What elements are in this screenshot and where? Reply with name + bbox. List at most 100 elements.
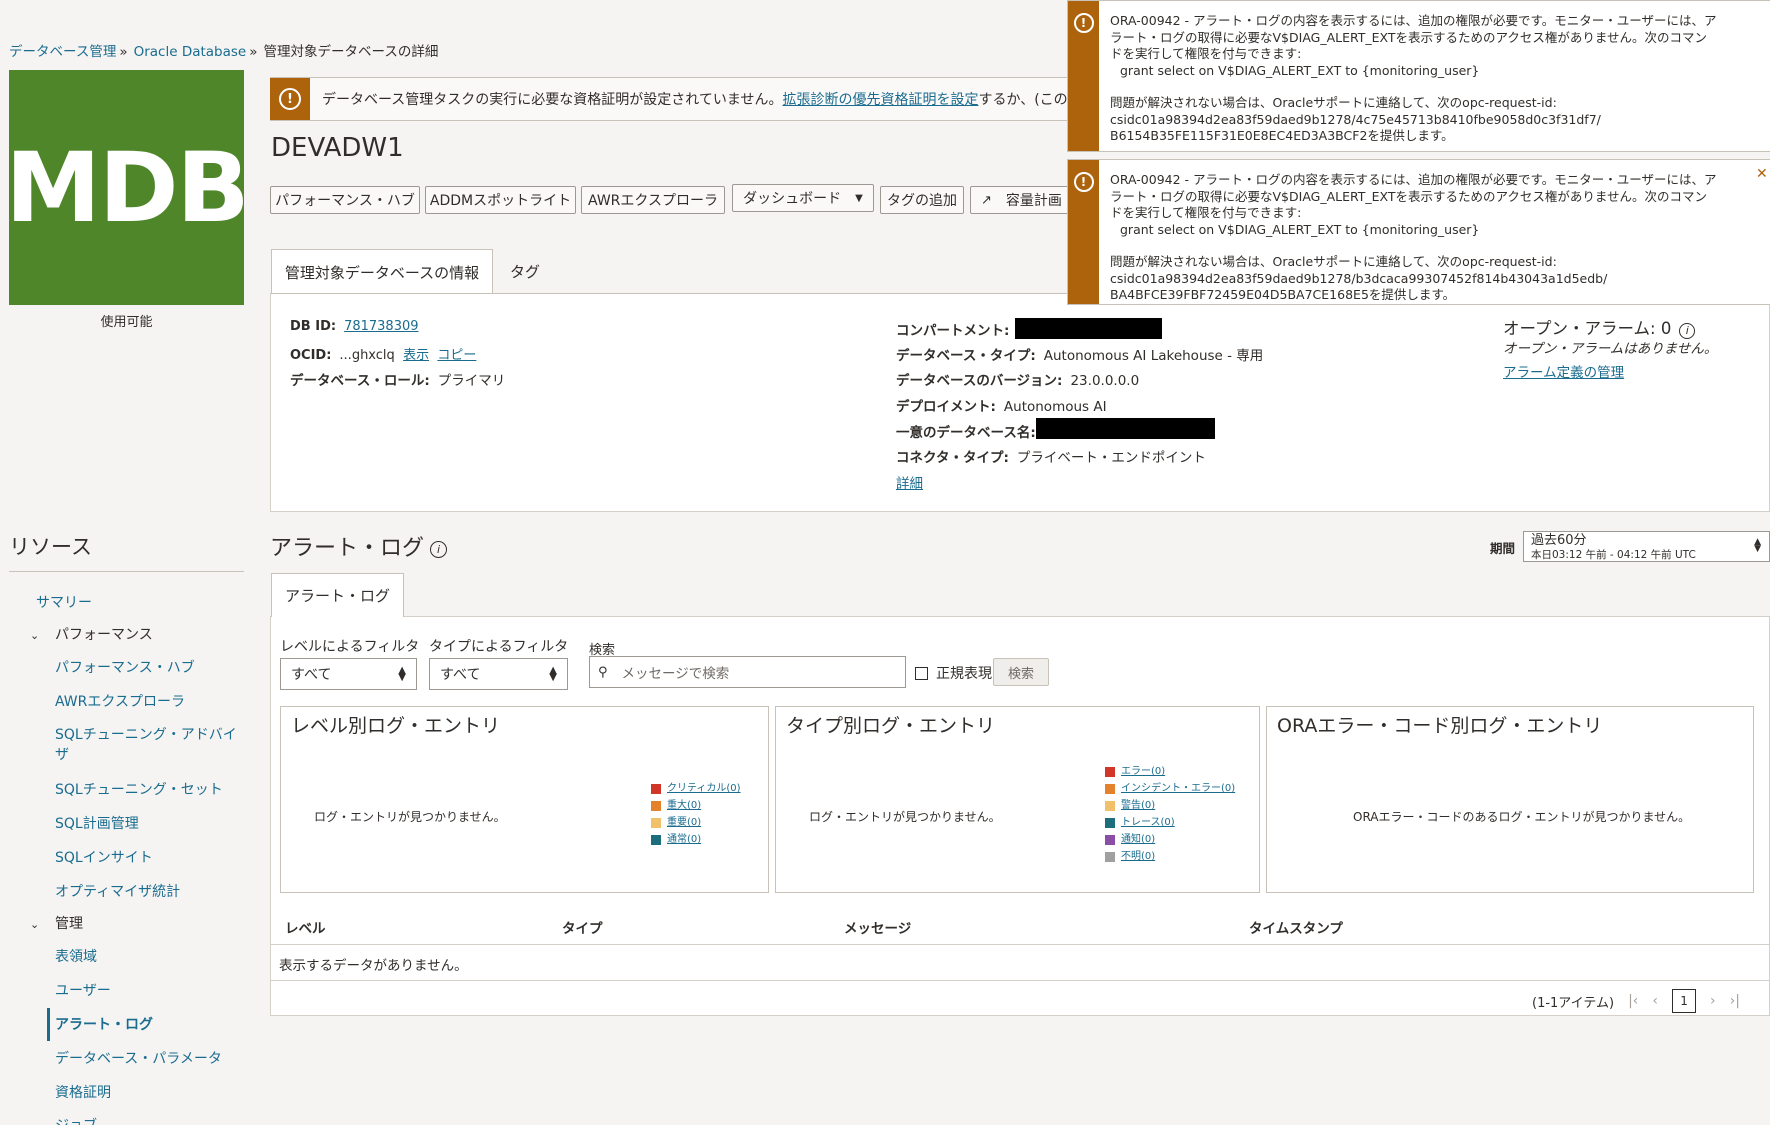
- db-role-row: データベース・ロール: プライマリ: [290, 369, 505, 389]
- set-preferred-credentials-link[interactable]: 拡張診断の優先資格証明を設定: [782, 92, 978, 108]
- select-arrows-icon: ▲ ▼: [549, 665, 557, 683]
- column-header-message[interactable]: メッセージ: [844, 917, 911, 937]
- sidebar-item-sql-tuning-set[interactable]: SQLチューニング・セット: [55, 779, 223, 799]
- sidebar-item-summary[interactable]: サマリー: [36, 592, 92, 612]
- capacity-planning-button[interactable]: ↗ 容量計画: [970, 186, 1070, 214]
- legend-item[interactable]: エラー(0): [1105, 763, 1235, 780]
- sidebar-item-database-parameters[interactable]: データベース・パラメータ: [55, 1048, 222, 1068]
- sidebar-group-admin[interactable]: ⌄ 管理: [30, 913, 83, 933]
- legend-item[interactable]: 警告(0): [1105, 797, 1235, 814]
- card-title: タイプ別ログ・エントリ: [786, 715, 996, 737]
- add-tags-button[interactable]: タグの追加: [880, 186, 964, 214]
- sidebar-item-sql-plan-management[interactable]: SQL計画管理: [55, 813, 139, 833]
- notification-body: ORA-00942 - アラート・ログの内容を表示するには、追加の権限が必要です…: [1099, 160, 1727, 304]
- legend-label: 不明(0): [1121, 851, 1156, 862]
- credential-warning-banner: ! データベース管理タスクの実行に必要な資格証明が設定されていません。拡張診断の…: [270, 77, 1070, 121]
- chevron-down-icon: ⌄: [30, 918, 40, 931]
- type-filter-select[interactable]: すべて ▲ ▼: [429, 658, 568, 690]
- manage-alarm-definitions-link[interactable]: アラーム定義の管理: [1503, 361, 1624, 381]
- legend-item[interactable]: 重要(0): [651, 814, 741, 831]
- no-data-message: 表示するデータがありません。: [279, 958, 468, 974]
- notification-request-id: BA4BFCE39FBF72459E04D5BA7CE168E5を提供します。: [1110, 287, 1456, 302]
- sidebar-item-users[interactable]: ユーザー: [55, 980, 111, 1000]
- tab-alert-log[interactable]: アラート・ログ: [271, 573, 404, 617]
- dashboard-label: ダッシュボード: [743, 191, 842, 207]
- sidebar-item-sql-insight[interactable]: SQLインサイト: [55, 847, 153, 867]
- type-filter-label: タイプによるフィルタ: [429, 639, 569, 655]
- page-title: DEVADW1: [271, 133, 404, 163]
- compartment-label: コンパートメント:: [896, 323, 1010, 339]
- details-link[interactable]: 詳細: [896, 472, 923, 492]
- notification-text: ドを実行して権限を付与できます:: [1110, 46, 1302, 61]
- close-icon[interactable]: ✕: [1756, 166, 1768, 182]
- level-filter-select[interactable]: すべて ▲ ▼: [280, 658, 417, 690]
- admin-label: 管理: [55, 916, 83, 932]
- column-header-level[interactable]: レベル: [285, 917, 326, 937]
- period-select[interactable]: 過去60分 本日03:12 午前 - 04:12 午前 UTC ▲ ▼: [1523, 531, 1770, 562]
- active-indicator: [47, 1008, 50, 1041]
- tab-tags[interactable]: タグ: [500, 249, 550, 294]
- sidebar-item-jobs[interactable]: ジョブ: [55, 1115, 97, 1125]
- legend-swatch: [1105, 800, 1115, 811]
- column-header-type[interactable]: タイプ: [562, 917, 603, 937]
- legend: クリティカル(0) 重大(0) 重要(0) 通常(0): [651, 780, 741, 848]
- legend-label: 警告(0): [1121, 800, 1156, 811]
- notification-text: 問題が解決されない場合は、Oracleサポートに連絡して、次のopc-reque…: [1110, 254, 1557, 269]
- awr-explorer-button[interactable]: AWRエクスプローラ: [581, 186, 725, 214]
- sidebar-item-optimizer-statistics[interactable]: オプティマイザ統計: [55, 881, 180, 901]
- legend-item[interactable]: 不明(0): [1105, 848, 1235, 865]
- current-page[interactable]: 1: [1672, 989, 1697, 1013]
- last-page-icon[interactable]: ›|: [1730, 993, 1740, 1009]
- deployment-value: Autonomous AI: [1003, 399, 1107, 415]
- select-arrows-icon: ▲ ▼: [398, 665, 406, 683]
- select-arrows-icon: ▲ ▼: [1754, 537, 1761, 554]
- sidebar-group-performance[interactable]: ⌄ パフォーマンス: [30, 624, 153, 644]
- ocid-value: ...ghxclq: [339, 348, 395, 363]
- period-label: 期間: [1490, 541, 1516, 556]
- legend-label: 重要(0): [667, 817, 702, 828]
- db-type-row: データベース・タイプ: Autonomous AI Lakehouse - 専用: [896, 344, 1263, 364]
- performance-hub-button[interactable]: パフォーマンス・ハブ: [270, 186, 420, 214]
- sidebar-item-credentials[interactable]: 資格証明: [55, 1082, 111, 1102]
- search-placeholder: メッセージで検索: [621, 666, 730, 682]
- legend-item[interactable]: 重大(0): [651, 797, 741, 814]
- tab-database-info[interactable]: 管理対象データベースの情報: [271, 249, 493, 294]
- column-header-timestamp[interactable]: タイムスタンプ: [1249, 917, 1343, 937]
- deployment-row: デプロイメント: Autonomous AI: [896, 395, 1107, 415]
- first-page-icon[interactable]: |‹: [1628, 993, 1638, 1009]
- sql-tuning-advisor-label: SQLチューニング・アドバイ: [55, 727, 237, 743]
- legend-label: 通常(0): [667, 834, 702, 845]
- breadcrumb-db-management[interactable]: データベース管理: [9, 44, 116, 60]
- ocid-copy-link[interactable]: コピー: [437, 348, 476, 363]
- sidebar-item-tablespaces[interactable]: 表領域: [55, 946, 97, 966]
- info-icon[interactable]: i: [430, 540, 448, 558]
- alert-log-title: アラート・ログ i: [270, 530, 448, 562]
- legend-item[interactable]: 通知(0): [1105, 831, 1235, 848]
- sidebar-item-performance-hub[interactable]: パフォーマンス・ハブ: [55, 657, 195, 677]
- dashboard-menu-button[interactable]: ダッシュボード ▼: [732, 184, 874, 212]
- legend-item[interactable]: 通常(0): [651, 831, 741, 848]
- sidebar-item-awr-explorer[interactable]: AWRエクスプローラ: [55, 691, 185, 711]
- previous-page-icon[interactable]: ‹: [1652, 993, 1658, 1009]
- next-page-icon[interactable]: ›: [1710, 993, 1716, 1009]
- connector-label: コネクタ・タイプ:: [896, 450, 1009, 466]
- sidebar-item-sql-tuning-advisor[interactable]: SQLチューニング・アドバイザ: [55, 725, 237, 765]
- search-input[interactable]: ⚲ メッセージで検索: [589, 656, 906, 688]
- sidebar-item-alert-log[interactable]: アラート・ログ: [55, 1014, 153, 1034]
- regex-checkbox[interactable]: 正規表現: [915, 663, 992, 683]
- addm-spotlight-button[interactable]: ADDMスポットライト: [425, 186, 576, 214]
- notification-command: grant select on V$DIAG_ALERT_EXT to {mon…: [1120, 62, 1480, 78]
- db-id-link[interactable]: 781738309: [344, 319, 418, 334]
- legend-item[interactable]: クリティカル(0): [651, 780, 741, 797]
- alert-log-heading: アラート・ログ: [270, 536, 425, 561]
- search-button[interactable]: 検索: [993, 658, 1049, 686]
- breadcrumb-oracle-database[interactable]: Oracle Database: [134, 44, 247, 60]
- credential-warning-trailing: するか、(このセッショ: [978, 92, 1069, 108]
- empty-message: ログ・エントリが見つかりません。: [314, 810, 506, 824]
- ocid-show-link[interactable]: 表示: [403, 348, 429, 363]
- legend-item[interactable]: トレース(0): [1105, 814, 1235, 831]
- legend-swatch: [651, 834, 661, 845]
- database-logo: MDB: [5, 70, 250, 305]
- card-log-by-ora-code: ORAエラー・コード別ログ・エントリ ORAエラー・コードのあるログ・エントリが…: [1266, 706, 1754, 893]
- legend-item[interactable]: インシデント・エラー(0): [1105, 780, 1235, 797]
